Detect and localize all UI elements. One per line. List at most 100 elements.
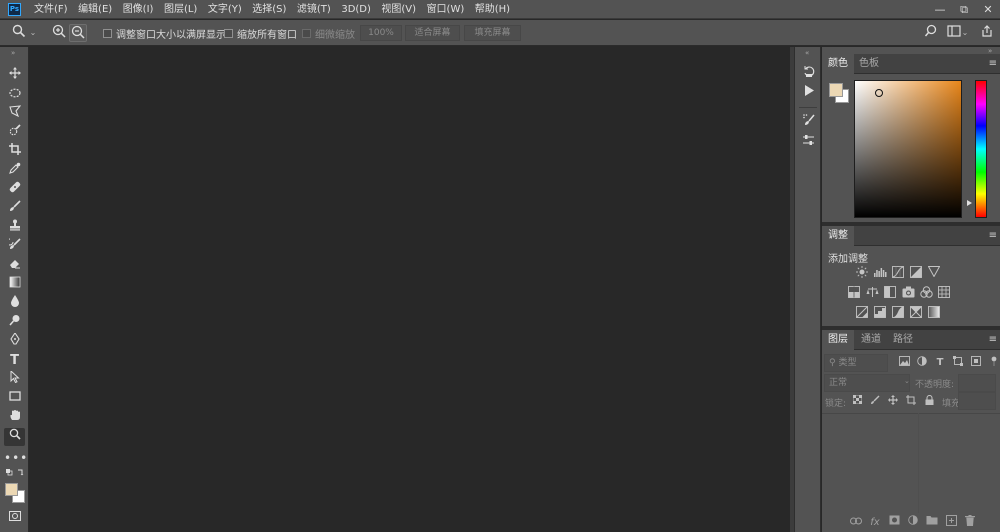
swap-colors-icon[interactable] — [4, 468, 25, 478]
minimize-icon[interactable]: — — [928, 0, 952, 19]
pen-tool-icon[interactable] — [4, 332, 25, 351]
quick-select-tool-icon[interactable] — [4, 124, 25, 142]
brush-settings-icon[interactable] — [800, 113, 817, 130]
menu-item-filter[interactable]: 滤镜(T) — [297, 0, 331, 19]
fit-screen-button[interactable]: 适合屏幕 — [405, 25, 460, 41]
tab-paths[interactable]: 路径 — [887, 330, 919, 350]
layer-style-icon[interactable]: fx — [867, 515, 883, 531]
share-icon[interactable] — [978, 24, 996, 42]
vibrance-triangle-icon[interactable] — [927, 266, 941, 280]
exposure-icon[interactable] — [909, 266, 923, 280]
tab-adjustments[interactable]: 调整 — [822, 226, 854, 246]
posterize-icon[interactable] — [873, 306, 887, 320]
dodge-tool-icon[interactable] — [4, 314, 25, 332]
lock-pixels-icon[interactable] — [868, 395, 882, 409]
selective-color-icon[interactable] — [909, 306, 923, 320]
color-panel-foreground-swatch[interactable] — [829, 83, 843, 97]
search-icon[interactable] — [922, 24, 940, 42]
quick-mask-icon[interactable] — [4, 509, 25, 527]
lock-all-icon[interactable] — [922, 394, 936, 409]
toolbar-collapse-icon[interactable]: » — [11, 49, 15, 57]
menu-item-select[interactable]: 选择(S) — [252, 0, 286, 19]
zoom-100-button[interactable]: 100% — [360, 25, 402, 41]
menu-item-type[interactable]: 文字(Y) — [208, 0, 242, 19]
chevron-down-icon[interactable]: ⌄ — [28, 24, 38, 42]
new-layer-icon[interactable] — [943, 515, 959, 531]
fill-screen-button[interactable]: 填充屏幕 — [464, 25, 521, 41]
zoom-tool-preset-icon[interactable] — [10, 24, 28, 42]
menu-item-edit[interactable]: 编辑(E) — [78, 0, 112, 19]
history-panel-icon[interactable] — [800, 65, 817, 82]
history-brush-tool-icon[interactable] — [4, 238, 25, 256]
gradient-map-icon[interactable] — [927, 306, 941, 320]
polygon-lasso-tool-icon[interactable] — [4, 105, 25, 123]
threshold-icon[interactable] — [891, 306, 905, 320]
filter-smart-object-icon[interactable] — [969, 356, 983, 370]
eyedropper-tool-icon[interactable] — [4, 162, 25, 180]
opacity-field[interactable] — [958, 374, 996, 392]
link-layers-icon[interactable] — [848, 515, 864, 531]
strip-collapse-icon[interactable]: « — [805, 49, 809, 57]
lock-position-icon[interactable] — [886, 395, 900, 409]
menu-item-help[interactable]: 帮助(H) — [475, 0, 510, 19]
color-field[interactable] — [854, 80, 962, 218]
healing-brush-tool-icon[interactable] — [4, 181, 25, 199]
zoom-tool-icon[interactable] — [4, 428, 25, 446]
adjustments-panel-menu-icon[interactable]: ≡ — [989, 226, 997, 246]
zoom-in-icon[interactable] — [50, 24, 68, 42]
scrubby-zoom-option[interactable]: 细微缩放 — [302, 20, 355, 46]
hue-slider[interactable] — [975, 80, 987, 218]
workspace-chevron-icon[interactable]: ⌄ — [960, 24, 970, 42]
channel-mixer-icon[interactable] — [919, 286, 933, 300]
blur-tool-icon[interactable] — [4, 295, 25, 313]
filter-shape-icon[interactable] — [951, 356, 965, 370]
lock-artboard-icon[interactable] — [904, 395, 918, 409]
curves-icon[interactable] — [891, 266, 905, 280]
clone-stamp-tool-icon[interactable] — [4, 219, 25, 237]
actions-play-icon[interactable] — [800, 84, 817, 101]
ellipse-marquee-tool-icon[interactable] — [4, 86, 25, 104]
fill-field[interactable] — [958, 392, 996, 410]
more-tools-icon[interactable]: ••• — [4, 449, 27, 467]
document-canvas-area[interactable] — [30, 47, 790, 532]
tab-layers[interactable]: 图层 — [822, 330, 854, 350]
blend-mode-select[interactable]: 正常 — [824, 374, 910, 392]
layers-panel-menu-icon[interactable]: ≡ — [989, 330, 997, 350]
resize-windows-checkbox[interactable] — [103, 28, 112, 38]
filter-pixel-icon[interactable] — [897, 356, 911, 370]
lock-transparent-icon[interactable] — [850, 394, 864, 409]
menu-item-window[interactable]: 窗口(W) — [427, 0, 465, 19]
menu-item-image[interactable]: 图像(I) — [123, 0, 154, 19]
path-select-tool-icon[interactable] — [4, 369, 25, 389]
foreground-color-swatch[interactable] — [5, 483, 18, 496]
levels-icon[interactable] — [873, 266, 887, 280]
new-group-icon[interactable] — [924, 515, 940, 531]
brush-tool-icon[interactable] — [4, 200, 25, 218]
resize-windows-option[interactable]: 调整窗口大小以满屏显示 — [103, 20, 226, 46]
zoom-all-windows-checkbox[interactable] — [224, 28, 233, 38]
scrubby-zoom-checkbox[interactable] — [302, 28, 311, 38]
black-white-icon[interactable] — [883, 286, 897, 300]
type-tool-icon[interactable]: T — [4, 352, 25, 370]
layer-filter-kind-select[interactable]: ⚲ 类型 — [824, 354, 888, 372]
tab-channels[interactable]: 通道 — [855, 330, 887, 350]
zoom-all-windows-option[interactable]: 缩放所有窗口 — [224, 20, 297, 46]
hue-saturation-icon[interactable] — [847, 286, 861, 300]
rectangle-tool-icon[interactable] — [4, 390, 25, 408]
layers-list[interactable] — [822, 413, 1000, 513]
photo-filter-icon[interactable] — [901, 286, 915, 300]
tab-color[interactable]: 颜色 — [822, 54, 854, 74]
gradient-tool-icon[interactable] — [4, 276, 25, 294]
tab-swatches[interactable]: 色板 — [853, 54, 885, 74]
filter-adjustment-icon[interactable] — [915, 356, 929, 370]
hand-tool-icon[interactable] — [4, 409, 25, 427]
close-icon[interactable]: ✕ — [976, 0, 1000, 19]
restore-icon[interactable]: ⧉ — [952, 0, 976, 19]
color-lookup-icon[interactable] — [937, 286, 951, 300]
brightness-contrast-icon[interactable] — [855, 266, 869, 280]
move-tool-icon[interactable] — [4, 67, 25, 85]
color-picker-handle[interactable] — [875, 89, 883, 97]
menu-item-file[interactable]: 文件(F) — [34, 0, 68, 19]
adjustment-layer-icon[interactable] — [905, 515, 921, 531]
menu-item-layer[interactable]: 图层(L) — [164, 0, 197, 19]
